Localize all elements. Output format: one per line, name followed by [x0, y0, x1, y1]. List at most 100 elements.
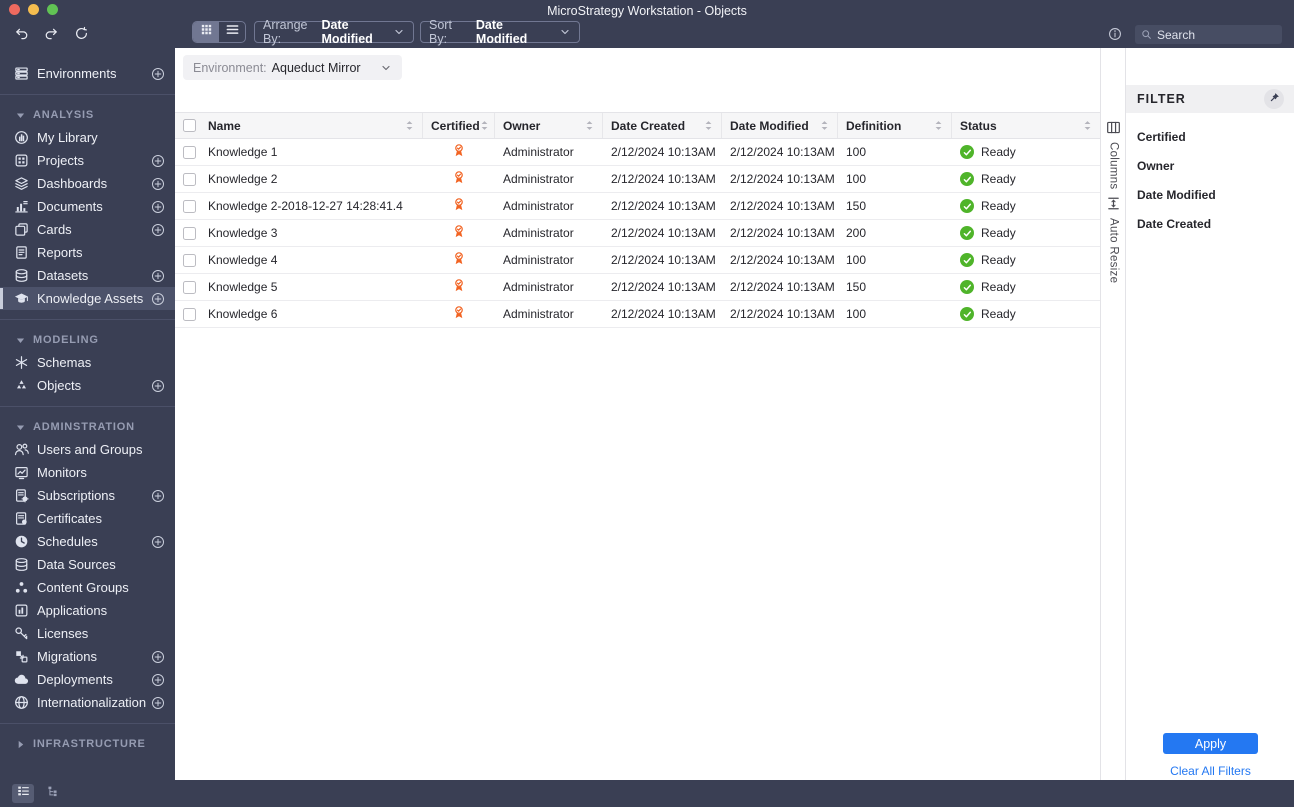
sidebar-item-dashboards[interactable]: Dashboards [0, 172, 175, 195]
table-row[interactable]: Knowledge 2 Administrator 2/12/2024 10:13A… [175, 166, 1100, 193]
row-checkbox[interactable] [183, 199, 196, 213]
add-icon[interactable] [151, 269, 165, 283]
sidebar-item-schemas[interactable]: Schemas [0, 351, 175, 374]
sidebar-item-users-and-groups[interactable]: Users and Groups [0, 438, 175, 461]
sidebar-item-licenses[interactable]: Licenses [0, 622, 175, 645]
sidebar-section-adminstration[interactable]: ADMINSTRATION [0, 416, 175, 438]
filter-item-owner[interactable]: Owner [1126, 151, 1294, 180]
column-header-certified[interactable]: Certified [423, 113, 495, 138]
add-icon[interactable] [151, 200, 165, 214]
sort-icon[interactable] [820, 119, 829, 132]
row-checkbox[interactable] [183, 307, 196, 321]
sidebar-item-internationalization[interactable]: Internationalization [0, 691, 175, 714]
add-icon[interactable] [151, 650, 165, 664]
table-row[interactable]: Knowledge 6 Administrator 2/12/2024 10:13A… [175, 301, 1100, 328]
add-icon[interactable] [151, 535, 165, 549]
refresh-icon[interactable] [72, 24, 90, 42]
sort-by-dropdown[interactable]: Sort By: Date Modified [420, 18, 580, 46]
list-view-icon [225, 22, 240, 42]
add-icon[interactable] [151, 177, 165, 191]
row-checkbox[interactable] [183, 280, 196, 294]
apply-button[interactable]: Apply [1163, 733, 1258, 754]
sidebar-item-deployments[interactable]: Deployments [0, 668, 175, 691]
sidebar-item-applications[interactable]: Applications [0, 599, 175, 622]
status-value: Ready [981, 145, 1016, 159]
row-checkbox[interactable] [183, 226, 196, 240]
clear-all-filters-link[interactable]: Clear All Filters [1126, 764, 1294, 778]
select-all-checkbox[interactable] [183, 119, 196, 132]
add-icon[interactable] [151, 379, 165, 393]
sort-icon[interactable] [480, 119, 489, 132]
sidebar-item-environments[interactable]: Environments [0, 62, 175, 85]
sidebar-section-infrastructure[interactable]: INFRASTRUCTURE [0, 733, 175, 755]
add-icon[interactable] [151, 223, 165, 237]
row-checkbox[interactable] [183, 253, 196, 267]
table-row[interactable]: Knowledge 3 Administrator 2/12/2024 10:13A… [175, 220, 1100, 247]
add-icon[interactable] [151, 67, 165, 81]
sidebar-section-label: MODELING [33, 334, 99, 346]
sidebar-item-subscriptions[interactable]: Subscriptions [0, 484, 175, 507]
sidebar-item-monitors[interactable]: Monitors [0, 461, 175, 484]
sidebar-item-reports[interactable]: Reports [0, 241, 175, 264]
redo-icon[interactable] [42, 24, 60, 42]
data-sources-icon [14, 557, 29, 572]
add-icon[interactable] [151, 292, 165, 306]
grid-view-icon [199, 22, 214, 42]
sidebar-item-content-groups[interactable]: Content Groups [0, 576, 175, 599]
row-checkbox[interactable] [183, 172, 196, 186]
search-input[interactable] [1157, 27, 1267, 42]
add-icon[interactable] [151, 489, 165, 503]
environment-dropdown[interactable]: Environment: Aqueduct Mirror [183, 55, 402, 80]
filter-item-date-modified[interactable]: Date Modified [1126, 180, 1294, 209]
columns-icon[interactable] [1106, 120, 1121, 135]
sidebar-section-analysis[interactable]: ANALYSIS [0, 104, 175, 126]
auto-resize-icon[interactable] [1106, 196, 1121, 211]
sidebar-item-cards[interactable]: Cards [0, 218, 175, 241]
column-header-name[interactable]: Name [175, 113, 423, 138]
table-row[interactable]: Knowledge 1 Administrator 2/12/2024 10:13A… [175, 139, 1100, 166]
sidebar-item-migrations[interactable]: Migrations [0, 645, 175, 668]
add-icon[interactable] [151, 673, 165, 687]
column-header-date-modified[interactable]: Date Modified [722, 113, 838, 138]
column-header-date-created[interactable]: Date Created [603, 113, 722, 138]
sort-icon[interactable] [405, 119, 414, 132]
row-checkbox[interactable] [183, 145, 196, 159]
grid-view-button[interactable] [193, 22, 219, 42]
column-header-owner[interactable]: Owner [495, 113, 603, 138]
undo-icon[interactable] [12, 24, 30, 42]
arrange-by-dropdown[interactable]: Arrange By: Date Modified [254, 18, 414, 46]
sidebar-item-datasets[interactable]: Datasets [0, 264, 175, 287]
add-icon[interactable] [151, 696, 165, 710]
search-box[interactable] [1135, 25, 1282, 44]
sidebar-item-schedules[interactable]: Schedules [0, 530, 175, 553]
pin-filter-button[interactable] [1264, 89, 1284, 109]
sidebar-item-knowledge-assets[interactable]: Knowledge Assets [0, 287, 175, 310]
flat-list-view-button[interactable] [12, 784, 34, 803]
filter-item-certified[interactable]: Certified [1126, 122, 1294, 151]
tree-view-button[interactable] [42, 784, 64, 803]
table-row[interactable]: Knowledge 2-2018-12-27 14:28:41.4 Adminis… [175, 193, 1100, 220]
sidebar-item-documents[interactable]: Documents [0, 195, 175, 218]
sort-icon[interactable] [704, 119, 713, 132]
info-icon[interactable] [1108, 27, 1122, 46]
sort-icon[interactable] [1083, 119, 1092, 132]
migrations-icon [14, 649, 29, 664]
date-created-value: 2/12/2024 10:13AM [611, 172, 716, 186]
list-view-button[interactable] [219, 22, 245, 42]
filter-item-date-created[interactable]: Date Created [1126, 209, 1294, 238]
sidebar-item-projects[interactable]: Projects [0, 149, 175, 172]
add-icon[interactable] [151, 154, 165, 168]
sort-icon[interactable] [585, 119, 594, 132]
column-header-definition[interactable]: Definition [838, 113, 952, 138]
table-row[interactable]: Knowledge 5 Administrator 2/12/2024 10:13A… [175, 274, 1100, 301]
sort-icon[interactable] [934, 119, 943, 132]
sidebar-item-data-sources[interactable]: Data Sources [0, 553, 175, 576]
columns-button[interactable]: Columns [1108, 142, 1120, 189]
sidebar-item-objects[interactable]: Objects [0, 374, 175, 397]
column-header-status[interactable]: Status [952, 113, 1100, 138]
sidebar-item-certificates[interactable]: Certificates [0, 507, 175, 530]
sidebar-item-my-library[interactable]: My Library [0, 126, 175, 149]
sidebar-section-modeling[interactable]: MODELING [0, 329, 175, 351]
auto-resize-button[interactable]: Auto Resize [1108, 218, 1120, 283]
table-row[interactable]: Knowledge 4 Administrator 2/12/2024 10:13A… [175, 247, 1100, 274]
